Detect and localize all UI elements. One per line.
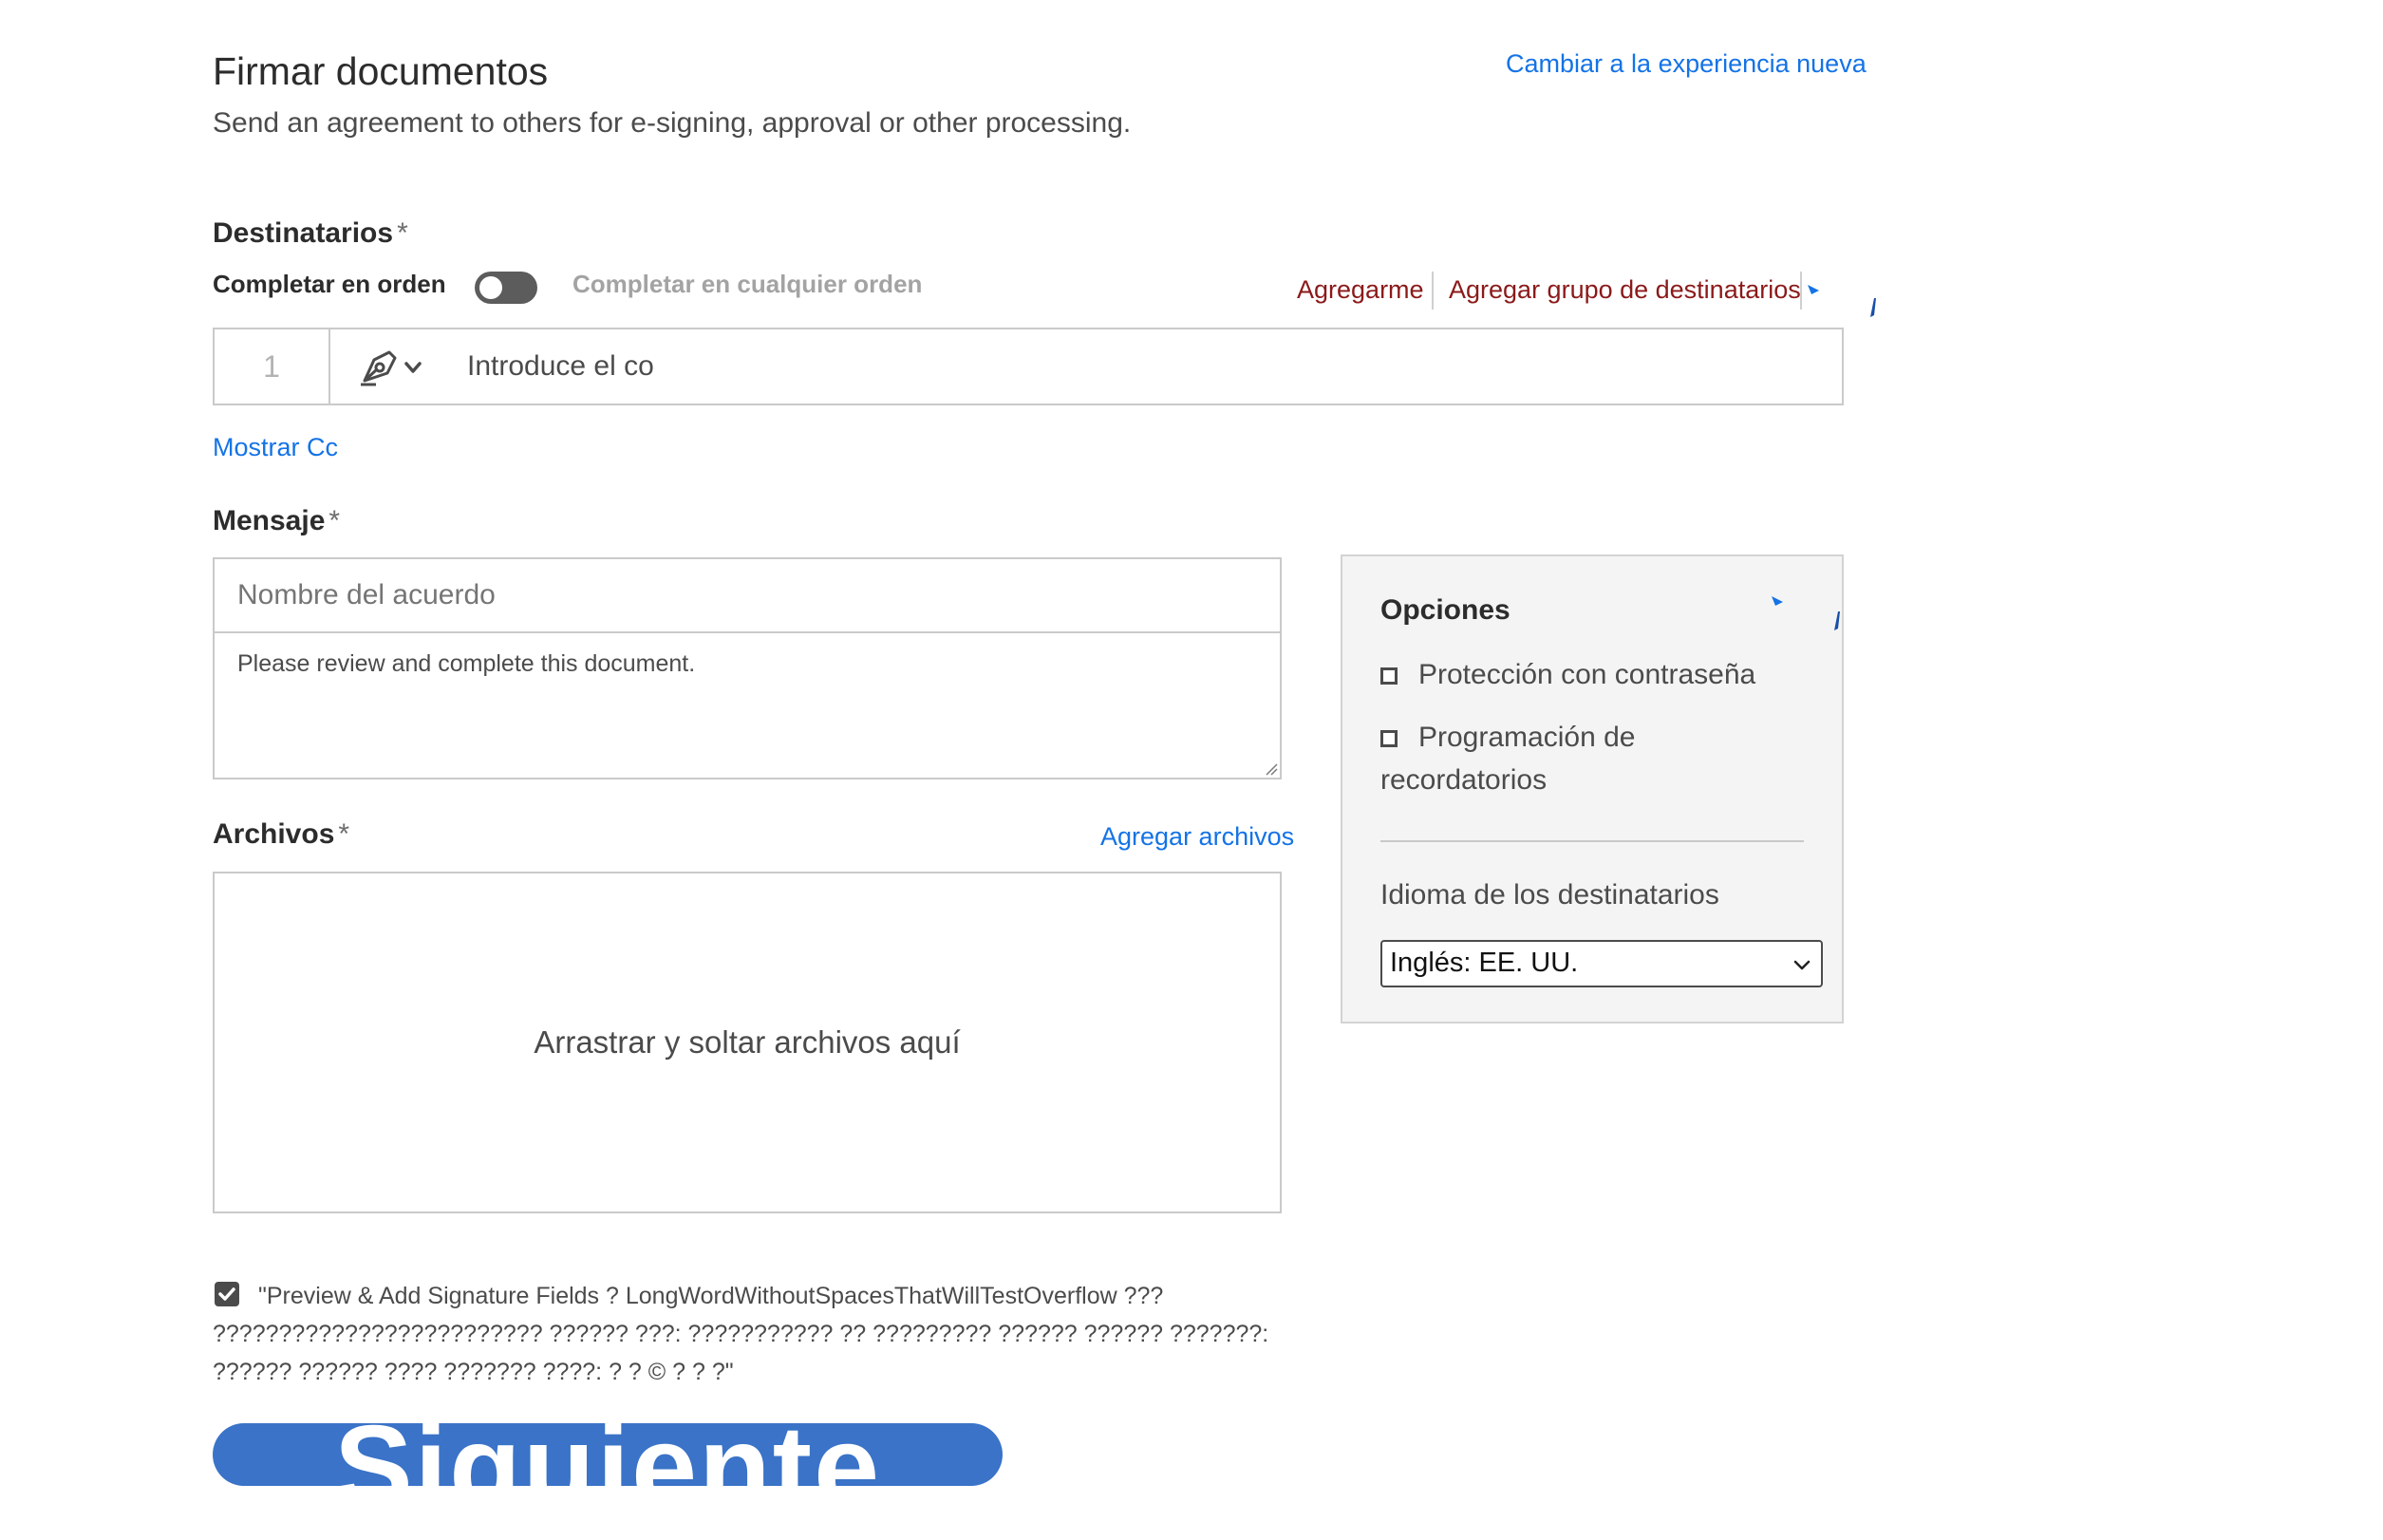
- add-recipient-group-link[interactable]: Agregar grupo de destinatarios: [1449, 275, 1801, 305]
- pen-nib-icon: [361, 350, 422, 386]
- link-divider: [1432, 272, 1434, 310]
- recipient-language-value: Inglés: EE. UU.: [1390, 948, 1579, 978]
- add-files-link[interactable]: Agregar archivos: [1100, 822, 1294, 852]
- options-help-icon[interactable]: [1770, 592, 1791, 619]
- recipient-row: 1: [213, 328, 1844, 405]
- recipient-language-select[interactable]: Inglés: EE. UU.: [1380, 940, 1823, 987]
- show-cc-link[interactable]: Mostrar Cc: [213, 433, 338, 462]
- recipients-heading: Destinatarios *: [213, 217, 408, 250]
- options-title: Opciones: [1380, 594, 1510, 626]
- password-protection-option: Protección con contraseña: [1380, 653, 1798, 696]
- toggle-knob: [479, 276, 502, 299]
- drop-zone-text: Arrastrar y soltar archivos aquí: [534, 1024, 961, 1060]
- recipient-language-label: Idioma de los destinatarios: [1380, 879, 1719, 911]
- files-label: Archivos: [213, 818, 335, 850]
- complete-in-order-label: Completar en orden: [213, 270, 446, 298]
- recipients-help-icon[interactable]: [1806, 279, 1827, 306]
- recipient-role-dropdown[interactable]: [353, 343, 439, 390]
- reminder-label: Programación de recordatorios: [1380, 722, 1636, 796]
- required-asterisk: *: [338, 818, 350, 850]
- files-heading: Archivos *: [213, 818, 349, 851]
- recipients-label: Destinatarios: [213, 217, 394, 249]
- recipient-email-input[interactable]: [467, 339, 1815, 394]
- message-label: Mensaje: [213, 505, 326, 536]
- add-me-link[interactable]: Agregarme: [1297, 275, 1424, 305]
- file-drop-zone[interactable]: Arrastrar y soltar archivos aquí: [213, 872, 1282, 1213]
- password-protection-label: Protección con contraseña: [1418, 659, 1756, 690]
- options-divider: [1380, 840, 1804, 842]
- next-button-label: Siguiente: [213, 1423, 1003, 1486]
- page-title: Firmar documentos: [213, 49, 549, 93]
- message-box: Please review and complete this document…: [213, 557, 1282, 779]
- options-corner-icon: [1834, 611, 1840, 630]
- order-toggle[interactable]: [475, 272, 537, 304]
- required-asterisk: *: [397, 217, 408, 249]
- reminder-checkbox[interactable]: [1380, 730, 1398, 747]
- chevron-down-icon: [1793, 960, 1811, 970]
- password-protection-checkbox[interactable]: [1380, 667, 1398, 685]
- required-asterisk: *: [328, 505, 341, 536]
- message-heading: Mensaje *: [213, 505, 340, 537]
- complete-any-order-label: Completar en cualquier orden: [572, 270, 923, 298]
- next-button[interactable]: Siguiente: [213, 1423, 1003, 1486]
- recipients-corner-icon: [1870, 298, 1876, 317]
- message-body-textarea[interactable]: Please review and complete this document…: [215, 633, 1280, 778]
- link-divider: [1800, 272, 1802, 310]
- reminder-option: Programación de recordatorios: [1380, 716, 1798, 801]
- switch-experience-link[interactable]: Cambiar a la experiencia nueva: [1506, 49, 1867, 79]
- preview-signature-label: "Preview & Add Signature Fields ? LongWo…: [213, 1283, 1269, 1385]
- agreement-name-input[interactable]: [215, 559, 1280, 633]
- send-agreement-page: Firmar documentos Send an agreement to o…: [0, 0, 2383, 1540]
- options-panel: Opciones Protección con contraseña Progr…: [1341, 554, 1844, 1024]
- page-subtitle: Send an agreement to others for e-signin…: [213, 107, 1132, 139]
- resize-grip-icon[interactable]: [1263, 761, 1278, 776]
- recipient-order-number: 1: [215, 329, 330, 404]
